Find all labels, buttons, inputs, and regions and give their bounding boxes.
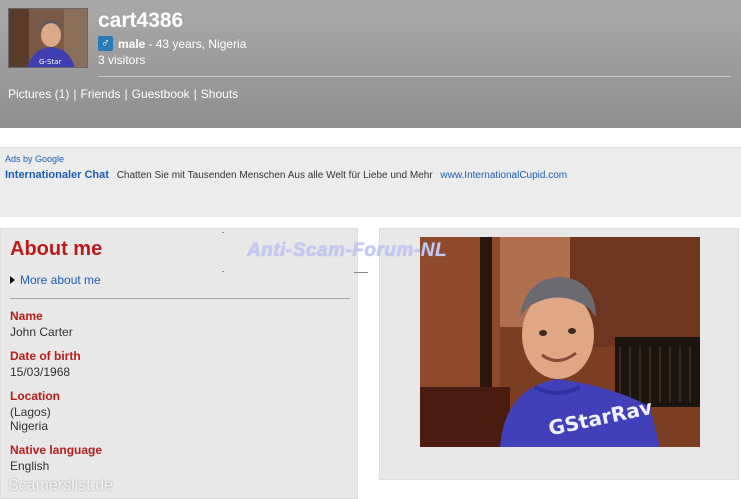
ads-section: Ads by Google Internationaler Chat Chatt… — [0, 147, 741, 217]
profile-meta: ♂ male - 43 years, Nigeria — [98, 36, 246, 51]
nav-shouts-link[interactable]: Shouts — [201, 87, 238, 101]
ad-text: Chatten Sie mit Tausenden Menschen Aus a… — [116, 170, 433, 181]
nav-friends-link[interactable]: Friends — [80, 87, 120, 101]
username: cart4386 — [98, 9, 184, 32]
visitor-count: 3 visitors — [98, 53, 146, 67]
about-panel: About me More about me Name John Carter … — [0, 228, 358, 499]
location-label: Location — [10, 389, 60, 403]
avatar-photo: G-Star — [9, 9, 87, 67]
artifact — [222, 271, 224, 272]
more-about-link[interactable]: More about me — [20, 273, 101, 287]
nav-guestbook-link[interactable]: Guestbook — [132, 87, 190, 101]
about-divider — [10, 298, 350, 299]
profile-nav: Pictures (1) | Friends | Guestbook | Sho… — [8, 87, 238, 101]
male-icon: ♂ — [98, 36, 113, 51]
svg-text:G-Star: G-Star — [39, 58, 61, 66]
more-about-row[interactable]: More about me — [10, 273, 101, 287]
header-divider — [98, 76, 731, 77]
language-value: English — [10, 459, 50, 473]
avatar[interactable]: G-Star — [8, 8, 88, 68]
location-country: Nigeria — [10, 419, 49, 433]
name-label: Name — [10, 309, 43, 323]
dob-value: 15/03/1968 — [10, 365, 71, 379]
nav-separator: | — [193, 87, 197, 101]
ad-url-link[interactable]: www.InternationalCupid.com — [440, 170, 567, 181]
artifact-dash — [354, 272, 368, 273]
expand-triangle-icon[interactable] — [10, 276, 15, 284]
profile-photo[interactable]: GStarRav — [420, 237, 700, 447]
about-title: About me — [10, 238, 103, 260]
profile-header: G-Star cart4386 ♂ male - 43 years, Niger… — [0, 0, 741, 128]
name-value: John Carter — [10, 325, 73, 339]
location-city: (Lagos) — [10, 405, 51, 419]
gender-label: male — [118, 36, 146, 51]
ad-line: Internationaler Chat Chatten Sie mit Tau… — [5, 169, 567, 181]
ad-title-link[interactable]: Internationaler Chat — [5, 169, 109, 181]
profile-photo-image: GStarRav — [420, 237, 700, 447]
nav-separator: | — [73, 87, 77, 101]
ads-by-google-link[interactable]: Ads by Google — [5, 154, 64, 164]
forum-watermark: Anti-Scam-Forum-NL — [247, 240, 448, 261]
dob-label: Date of birth — [10, 349, 81, 363]
age-location: - 43 years, Nigeria — [148, 36, 247, 51]
artifact — [222, 232, 224, 233]
nav-separator: | — [124, 87, 128, 101]
site-watermark: Scamerslist.de — [8, 477, 113, 494]
photo-panel: GStarRav — [379, 228, 739, 480]
nav-pictures-link[interactable]: Pictures (1) — [8, 87, 69, 101]
language-label: Native language — [10, 443, 103, 457]
